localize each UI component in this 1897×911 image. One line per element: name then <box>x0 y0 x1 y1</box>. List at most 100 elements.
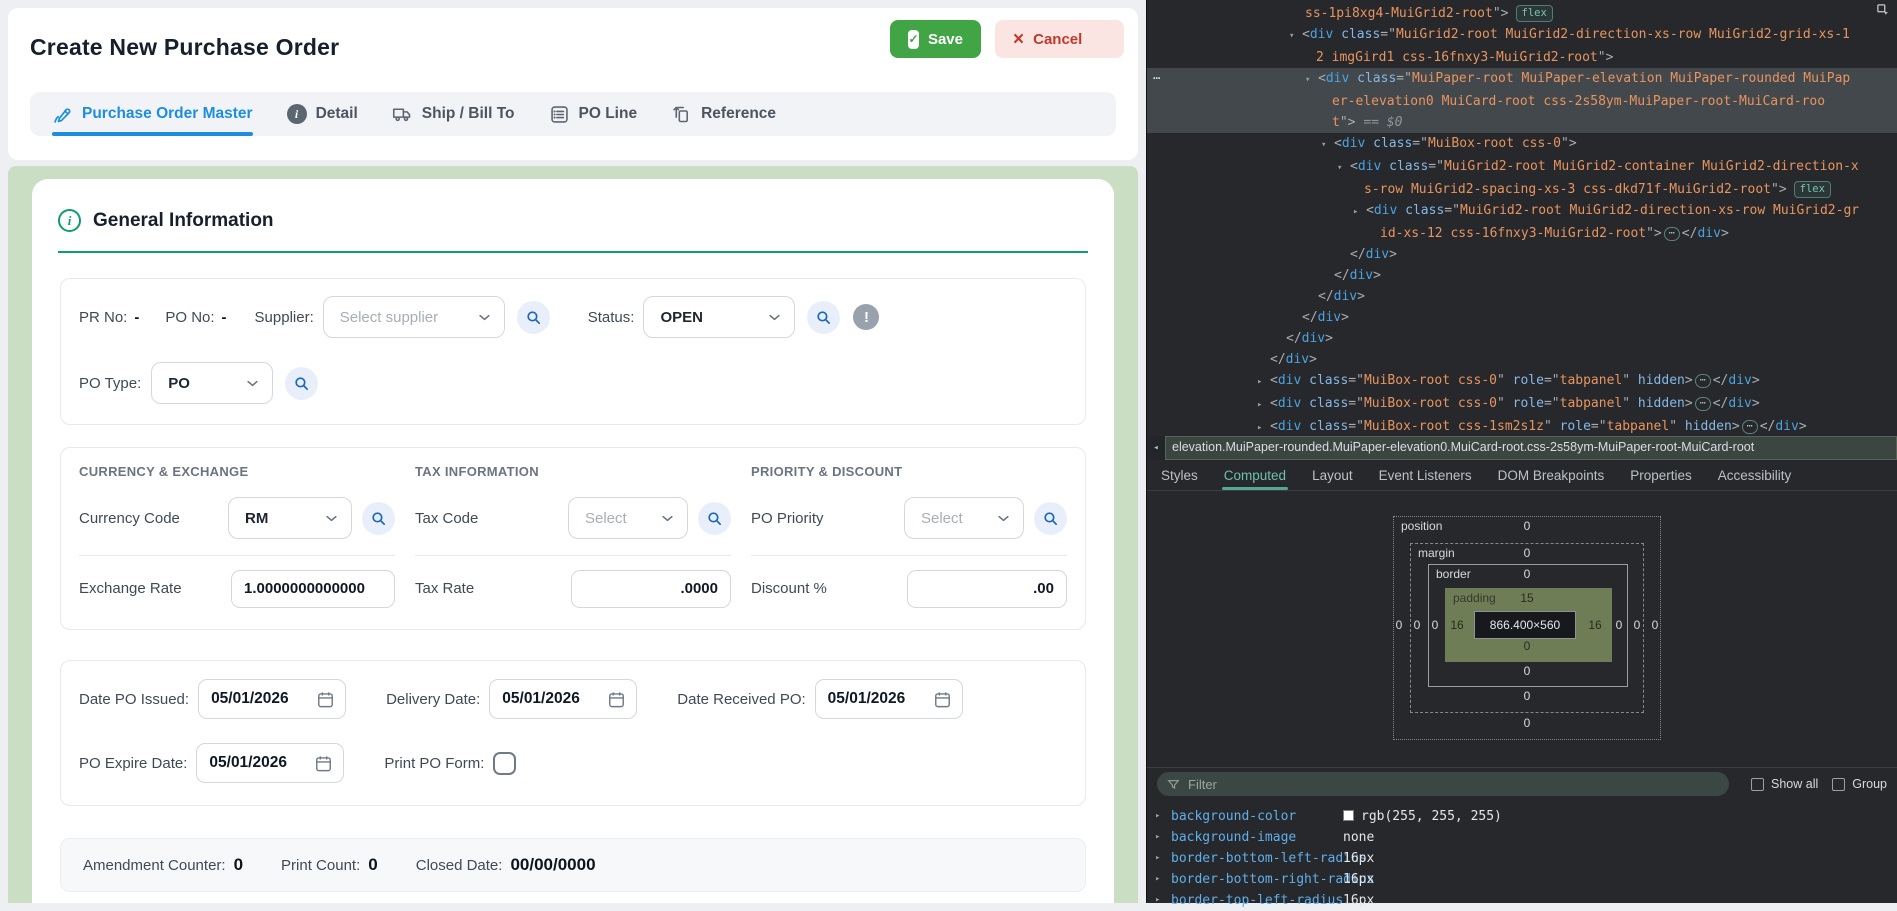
discount-input[interactable]: .00 <box>907 570 1067 608</box>
dom-tree-node[interactable]: ▸<div class="MuiBox-root css-0" role="ta… <box>1147 370 1897 393</box>
collapsed-arrow-icon[interactable]: ▸ <box>1155 806 1160 827</box>
po-expire-date-input[interactable]: 05/01/2026 <box>196 743 344 783</box>
expand-arrow-icon[interactable]: ▾ <box>1321 135 1334 156</box>
supplier-select[interactable]: Select supplier <box>323 296 505 338</box>
exchange-rate-input[interactable]: 1.0000000000000 <box>231 570 395 608</box>
dates-section: Date PO Issued: 05/01/2026 Delivery Date… <box>60 660 1086 806</box>
dom-tree-node[interactable]: </div> <box>1147 307 1897 328</box>
dom-tree-node[interactable]: </div> <box>1147 286 1897 307</box>
property-value: rgb(255, 255, 255) <box>1343 806 1502 827</box>
tax-code-search-button[interactable] <box>698 502 731 535</box>
expand-dots-icon[interactable]: ⋯ <box>1664 227 1680 241</box>
expand-arrow-icon[interactable]: ▾ <box>1337 158 1350 179</box>
dom-tree-node[interactable]: ▸<div class="MuiBox-root css-0" role="ta… <box>1147 393 1897 416</box>
tab-purchase-order-master[interactable]: Purchase Order Master <box>52 92 253 136</box>
computed-property-row[interactable]: ▸border-bottom-right-radius16px <box>1147 869 1897 890</box>
dom-tree-node[interactable]: s-row MuiGrid2-spacing-xs-3 css-dkd71f-M… <box>1147 179 1897 200</box>
currency-exchange-column: CURRENCY & EXCHANGE Currency Code RM <box>79 464 395 607</box>
supplier-search-button[interactable] <box>517 301 550 334</box>
currency-code-select[interactable]: RM <box>228 497 352 539</box>
search-icon <box>525 309 542 326</box>
dom-tree-node[interactable]: id-xs-12 css-16fnxy3-MuiGrid2-root">⋯</d… <box>1147 223 1897 244</box>
status-select[interactable]: OPEN <box>643 296 795 338</box>
dom-tree-node[interactable]: </div> <box>1147 349 1897 370</box>
content-panel: i General Information PR No: - PO No: - … <box>8 166 1138 903</box>
flex-badge: flex <box>1516 5 1553 22</box>
dom-tree-node[interactable]: </div> <box>1147 328 1897 349</box>
computed-property-row[interactable]: ▸background-imagenone <box>1147 827 1897 848</box>
collapsed-arrow-icon[interactable]: ▸ <box>1155 848 1160 869</box>
dom-tree-node[interactable]: ▾<div class="MuiBox-root css-0"> <box>1147 133 1897 156</box>
dom-tree-node-selected[interactable]: t"> == $0 <box>1147 112 1897 133</box>
dom-tree-node[interactable]: ▾<div class="MuiGrid2-root MuiGrid2-dire… <box>1147 24 1897 47</box>
collapsed-arrow-icon[interactable]: ▸ <box>1155 890 1160 911</box>
search-icon <box>293 375 310 392</box>
collapsed-arrow-icon[interactable]: ▸ <box>1257 395 1270 416</box>
currency-search-button[interactable] <box>362 502 395 535</box>
header-actions: ✓ Save × Cancel <box>890 20 1124 58</box>
devtools-tab-properties[interactable]: Properties <box>1630 460 1692 490</box>
save-check-icon: ✓ <box>908 30 919 49</box>
devtools-tab-accessibility[interactable]: Accessibility <box>1718 460 1792 490</box>
po-priority-select[interactable]: Select <box>904 497 1024 539</box>
show-all-checkbox[interactable]: Show all <box>1751 777 1818 791</box>
dom-tree-node[interactable]: 2 imgGird1 css-16fnxy3-MuiGrid2-root"> <box>1147 47 1897 68</box>
expand-dots-icon[interactable]: ⋯ <box>1695 397 1711 411</box>
computed-properties-list: ▸ background-color rgb(255, 255, 255)▸back… <box>1147 800 1897 911</box>
tab-po-line[interactable]: PO Line <box>549 92 638 136</box>
dom-tree-node[interactable]: ▸<div class="MuiGrid2-root MuiGrid2-dire… <box>1147 200 1897 223</box>
dom-tree-node-selected[interactable]: er-elevation0 MuiCard-root css-2s58ym-Mu… <box>1147 91 1897 112</box>
dom-tree-node-selected[interactable]: ▾<div class="MuiPaper-root MuiPaper-elev… <box>1147 68 1897 91</box>
expand-dots-icon[interactable]: ⋯ <box>1695 374 1711 388</box>
print-po-form-label: Print PO Form: <box>384 755 484 772</box>
computed-property-row[interactable]: ▸border-top-left-radius16px <box>1147 890 1897 911</box>
print-po-form-checkbox[interactable] <box>493 752 516 775</box>
filter-input[interactable]: Filter <box>1157 772 1729 796</box>
expand-arrow-icon[interactable]: ▾ <box>1305 70 1318 91</box>
po-type-select[interactable]: PO <box>151 362 273 404</box>
tax-code-select[interactable]: Select <box>568 497 688 539</box>
status-search-button[interactable] <box>807 301 840 334</box>
group-checkbox[interactable]: Group <box>1832 777 1887 791</box>
date-po-issued-input[interactable]: 05/01/2026 <box>198 679 346 719</box>
dom-tree-node[interactable]: ss-1pi8xg4-MuiGrid2-root">flex <box>1147 3 1897 24</box>
devtools-tab-dom-breakpoints[interactable]: DOM Breakpoints <box>1498 460 1605 490</box>
computed-property-row[interactable]: ▸border-bottom-left-radius16px <box>1147 848 1897 869</box>
section-title: General Information <box>93 210 274 232</box>
tab-ship-bill-to[interactable]: Ship / Bill To <box>392 92 515 136</box>
reference-icon <box>671 104 692 125</box>
collapsed-arrow-icon[interactable]: ▸ <box>1353 202 1366 223</box>
expand-arrow-icon[interactable]: ▾ <box>1289 26 1302 47</box>
devtools-tab-styles[interactable]: Styles <box>1161 460 1198 490</box>
po-priority-search-button[interactable] <box>1034 502 1067 535</box>
dom-tree-node[interactable]: </div> <box>1147 244 1897 265</box>
closed-date-label: Closed Date: <box>416 857 503 874</box>
tax-rate-input[interactable]: .0000 <box>571 570 731 608</box>
devtools-tab-computed[interactable]: Computed <box>1224 460 1286 490</box>
tax-rate-label: Tax Rate <box>415 580 474 597</box>
collapsed-arrow-icon[interactable]: ▸ <box>1257 418 1270 436</box>
tab-detail[interactable]: iDetail <box>287 92 358 136</box>
tab-reference[interactable]: Reference <box>671 92 776 136</box>
devtools-tab-layout[interactable]: Layout <box>1312 460 1353 490</box>
devtools-tab-event-listeners[interactable]: Event Listeners <box>1379 460 1472 490</box>
breadcrumb[interactable]: elevation.MuiPaper-rounded.MuiPaper-elev… <box>1165 436 1897 460</box>
cancel-button[interactable]: × Cancel <box>995 20 1124 58</box>
po-type-search-button[interactable] <box>285 367 318 400</box>
collapsed-arrow-icon[interactable]: ▸ <box>1257 372 1270 393</box>
dom-tree-node[interactable]: </div> <box>1147 265 1897 286</box>
property-name: background-color <box>1171 809 1296 824</box>
print-count-label: Print Count: <box>281 857 360 874</box>
breadcrumb-back-icon[interactable]: ◂ <box>1147 436 1165 460</box>
dom-tree-node[interactable]: ▸<div class="MuiBox-root css-1sm2s1z" ro… <box>1147 416 1897 436</box>
property-value: 16px <box>1343 848 1374 869</box>
dom-tree-node[interactable]: ▾<div class="MuiGrid2-root MuiGrid2-cont… <box>1147 156 1897 179</box>
collapsed-arrow-icon[interactable]: ▸ <box>1155 869 1160 890</box>
expand-dots-icon[interactable]: ⋯ <box>1742 420 1758 434</box>
computed-property-row[interactable]: ▸ background-color rgb(255, 255, 255) <box>1147 806 1897 827</box>
delivery-date-input[interactable]: 05/01/2026 <box>489 679 637 719</box>
dates-row-1: Date PO Issued: 05/01/2026 Delivery Date… <box>79 679 1067 719</box>
collapsed-arrow-icon[interactable]: ▸ <box>1155 827 1160 848</box>
date-received-po-input[interactable]: 05/01/2026 <box>815 679 963 719</box>
save-button[interactable]: ✓ Save <box>890 20 981 58</box>
